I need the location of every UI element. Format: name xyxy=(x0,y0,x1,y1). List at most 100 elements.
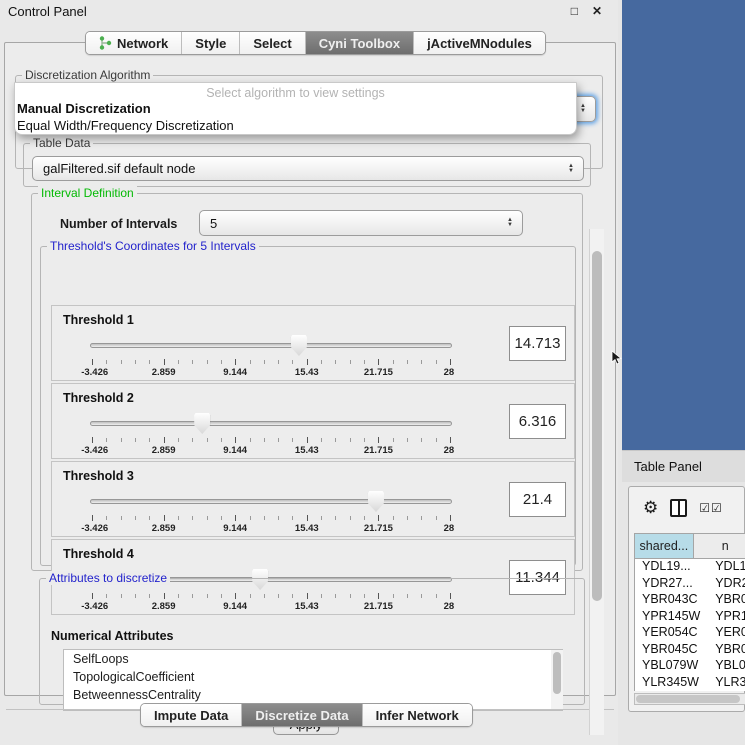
numerical-attributes-label: Numerical Attributes xyxy=(51,629,173,643)
tab-cyni-toolbox[interactable]: Cyni Toolbox xyxy=(305,32,413,54)
close-window-icon[interactable]: ✕ xyxy=(592,4,602,18)
tab-network[interactable]: Network xyxy=(86,32,181,54)
slider-ticks xyxy=(92,359,450,366)
control-panel-titlebar: Control Panel □ ✕ xyxy=(0,0,618,24)
table-header-row: shared... n xyxy=(635,534,745,559)
attribute-list-item[interactable]: BetweennessCentrality xyxy=(64,686,562,704)
tab-jactivemnodules-label: jActiveMNodules xyxy=(427,36,532,51)
tab-discretize-data-label: Discretize Data xyxy=(255,708,348,723)
column-header-shared-name[interactable]: shared... xyxy=(635,534,694,558)
control-panel-body: Discretization Algorithm ▲▼ Table Data g… xyxy=(4,42,616,696)
table-row[interactable]: YPR145W YPR1 xyxy=(635,609,745,626)
popup-item-equal-width-frequency[interactable]: Equal Width/Frequency Discretization xyxy=(15,117,576,134)
cell-shared-name: YBL079W xyxy=(635,658,708,675)
number-of-intervals-combobox[interactable]: 5 ▲▼ xyxy=(199,210,523,236)
gear-icon[interactable]: ⚙ xyxy=(643,498,658,518)
threshold-value-field[interactable]: 21.4 xyxy=(509,482,566,517)
tab-discretize-data[interactable]: Discretize Data xyxy=(241,704,361,726)
slider-tick-labels: -3.4262.8599.14415.4321.71528 xyxy=(92,523,450,534)
node-attribute-table: shared... n YDL19... YDL1 YDR27... YDR2 … xyxy=(634,533,745,691)
threshold-slider[interactable]: -3.4262.8599.14415.4321.71528 xyxy=(90,488,452,534)
attributes-group-title: Attributes to discretize xyxy=(46,571,170,585)
algorithm-dropdown-popup: Select algorithm to view settings Manual… xyxy=(14,82,577,135)
cell-name: YBR0 xyxy=(708,592,745,609)
checkboxes-icon[interactable]: ☑☑ xyxy=(699,501,723,515)
cell-name: YBL0 xyxy=(708,658,745,675)
cell-name: YPR1 xyxy=(708,609,745,626)
attribute-list-item[interactable]: SelfLoops xyxy=(64,650,562,668)
table-row[interactable]: YER054C YER0 xyxy=(635,625,745,642)
numerical-attributes-list[interactable]: SelfLoops TopologicalCoefficient Between… xyxy=(63,649,563,711)
threshold-panel: Threshold 2 -3.4262.8599.14415.4321.7152… xyxy=(51,383,575,459)
combo-arrows-icon: ▲▼ xyxy=(568,164,574,174)
cell-name: YER0 xyxy=(708,625,745,642)
attributes-list-scrollbar[interactable] xyxy=(551,650,563,710)
scrollbar-thumb[interactable] xyxy=(636,695,740,703)
cell-shared-name: YDR27... xyxy=(635,576,708,593)
table-row[interactable]: YDR27... YDR2 xyxy=(635,576,745,593)
scrollbar-thumb[interactable] xyxy=(592,251,602,601)
discretization-algorithm-group-title: Discretization Algorithm xyxy=(22,68,153,82)
network-window-frame: GAL80GACGAL11GAL4GCY1HHAP2 xyxy=(622,0,745,450)
table-row[interactable]: YBR043C YBR0 xyxy=(635,592,745,609)
slider-ticks xyxy=(92,515,450,522)
tab-network-label: Network xyxy=(117,36,168,51)
control-panel-window: Control Panel □ ✕ Discretization Algorit… xyxy=(0,0,618,745)
tab-jactivemnodules[interactable]: jActiveMNodules xyxy=(413,32,545,54)
table-row[interactable]: YDL19... YDL1 xyxy=(635,559,745,576)
tab-impute-data[interactable]: Impute Data xyxy=(141,704,241,726)
threshold-slider[interactable]: -3.4262.8599.14415.4321.71528 xyxy=(90,332,452,378)
threshold-value-field[interactable]: 6.316 xyxy=(509,404,566,439)
tab-infer-network-label: Infer Network xyxy=(376,708,459,723)
table-data-combo-value: galFiltered.sif default node xyxy=(43,161,195,176)
table-panel-toolbar: ⚙ ☑☑ xyxy=(629,487,744,529)
slider-tick-labels: -3.4262.8599.14415.4321.71528 xyxy=(92,367,450,378)
cell-name: YLR3 xyxy=(708,675,745,692)
tab-style[interactable]: Style xyxy=(181,32,239,54)
threshold-label: Threshold 2 xyxy=(63,391,134,405)
threshold-value-field[interactable]: 14.713 xyxy=(509,326,566,361)
table-data-group: Table Data galFiltered.sif default node … xyxy=(23,143,591,187)
popup-header: Select algorithm to view settings xyxy=(15,83,576,100)
threshold-panel: Threshold 1 -3.4262.8599.14415.4321.7152… xyxy=(51,305,575,381)
table-row[interactable]: YBR045C YBR0 xyxy=(635,642,745,659)
float-window-icon[interactable]: □ xyxy=(571,4,578,18)
panel-vertical-scrollbar[interactable] xyxy=(589,229,604,735)
slider-track[interactable] xyxy=(90,499,452,504)
tab-cyni-toolbox-label: Cyni Toolbox xyxy=(319,36,400,51)
cell-name: YBR0 xyxy=(708,642,745,659)
tab-select[interactable]: Select xyxy=(239,32,304,54)
window-title: Control Panel xyxy=(8,4,87,19)
tab-style-label: Style xyxy=(195,36,226,51)
slider-thumb[interactable] xyxy=(368,491,384,512)
cell-shared-name: YLR345W xyxy=(635,675,708,692)
table-row[interactable]: YLR345W YLR3 xyxy=(635,675,745,692)
number-of-intervals-label: Number of Intervals xyxy=(60,217,177,231)
threshold-slider[interactable]: -3.4262.8599.14415.4321.71528 xyxy=(90,410,452,456)
tab-impute-data-label: Impute Data xyxy=(154,708,228,723)
slider-thumb[interactable] xyxy=(291,335,307,356)
table-row[interactable]: YBL079W YBL0 xyxy=(635,658,745,675)
table-data-combobox[interactable]: galFiltered.sif default node ▲▼ xyxy=(32,156,584,181)
threshold-label: Threshold 3 xyxy=(63,469,134,483)
combo-arrows-icon: ▲▼ xyxy=(507,218,513,228)
tab-select-label: Select xyxy=(253,36,291,51)
columns-icon[interactable] xyxy=(670,499,687,517)
table-horizontal-scrollbar[interactable] xyxy=(634,693,745,705)
cell-shared-name: YDL19... xyxy=(635,559,708,576)
slider-track[interactable] xyxy=(90,343,452,348)
control-panel-tabs: Network Style Select Cyni Toolbox jActiv… xyxy=(85,31,546,55)
cell-name: YDL1 xyxy=(708,559,745,576)
combo-arrows-icon: ▲▼ xyxy=(580,104,586,114)
cell-shared-name: YBR045C xyxy=(635,642,708,659)
popup-item-manual-discretization[interactable]: Manual Discretization xyxy=(15,100,576,117)
interval-definition-group-title: Interval Definition xyxy=(38,186,137,200)
attribute-list-item[interactable]: TopologicalCoefficient xyxy=(64,668,562,686)
column-header-name[interactable]: n xyxy=(694,534,745,558)
threshold-panel: Threshold 3 -3.4262.8599.14415.4321.7152… xyxy=(51,461,575,537)
cell-name: YDR2 xyxy=(708,576,745,593)
table-rows: YDL19... YDL1 YDR27... YDR2 YBR043C YBR0… xyxy=(635,559,745,691)
slider-track[interactable] xyxy=(90,421,452,426)
slider-thumb[interactable] xyxy=(194,413,210,434)
tab-infer-network[interactable]: Infer Network xyxy=(362,704,472,726)
